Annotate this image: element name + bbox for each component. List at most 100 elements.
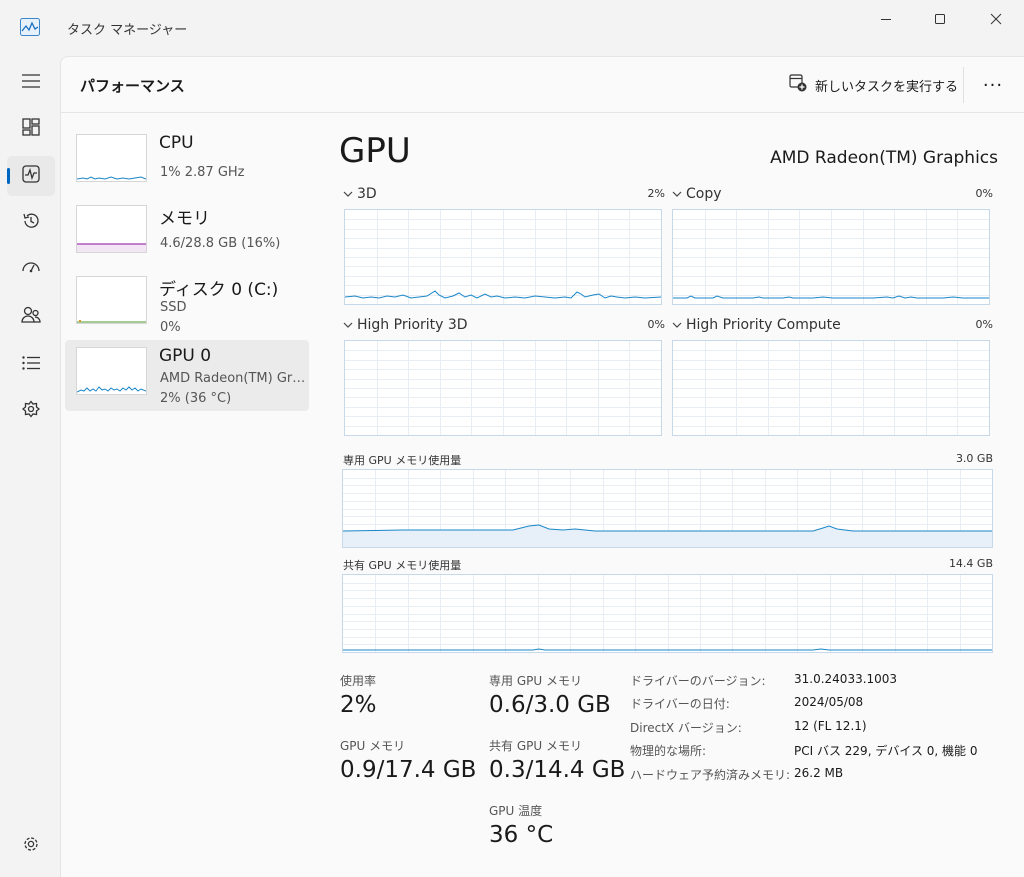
nav-performance[interactable] [7,156,55,196]
info-value: PCI バス 229, デバイス 0, 機能 0 [794,744,978,758]
header-divider [963,67,964,103]
info-key: DirectX バージョン: [630,721,742,735]
graph-high-priority-compute [672,340,990,436]
chevron-down-icon [343,317,353,333]
navigation-rail [0,56,60,877]
info-value: 31.0.24033.1003 [794,672,898,686]
device-item-memory[interactable]: メモリ 4.6/28.8 GB (16%) [65,198,309,269]
device-stat: 2% (36 °C) [160,391,232,406]
app-history-icon [22,212,40,234]
hamburger-menu-button[interactable] [7,62,55,102]
page-header: パフォーマンス 新しいタスクを実行する ··· [61,57,1024,113]
graph-3d-line [345,290,661,299]
new-task-icon [789,74,807,96]
info-key: ハードウェア予約済みメモリ: [630,768,791,782]
device-stat: 4.6/28.8 GB (16%) [160,236,281,251]
dedicated-gpu-memory-value: 0.6/3.0 GB [489,692,611,718]
graph-3d [344,209,662,305]
usage-label: 使用率 [340,674,377,688]
more-icon: ··· [982,74,1004,96]
engine-percent: 0% [975,318,993,331]
shared-memory-label: 共有 GPU メモリ使用量 [343,559,462,572]
engine-percent: 2% [647,187,665,200]
graph-dedicated-memory-line [343,524,992,547]
chevron-down-icon [343,186,353,202]
graph-shared-memory [342,574,993,653]
engine-selector-copy[interactable]: Copy [672,186,722,202]
info-value: 2024/05/08 [794,695,864,709]
engine-percent: 0% [975,187,993,200]
shared-memory-max: 14.4 GB [948,557,993,570]
device-stat: SSD [160,300,187,315]
nav-startup-apps[interactable] [7,250,55,290]
dedicated-memory-label: 専用 GPU メモリ使用量 [343,454,462,467]
run-new-task-button[interactable]: 新しいタスクを実行する [789,73,958,97]
services-icon [21,400,41,422]
nav-app-history[interactable] [7,203,55,243]
usage-value: 2% [340,692,377,718]
info-key: ドライバーの日付: [630,697,730,711]
details-icon [22,355,40,374]
maximize-button[interactable] [920,8,960,30]
nav-settings[interactable] [7,826,55,866]
info-key: 物理的な場所: [630,744,707,758]
nav-users[interactable] [7,297,55,337]
engine-percent: 0% [647,318,665,331]
engine-selector-high-priority-compute[interactable]: High Priority Compute [672,317,841,333]
task-manager-icon [20,18,40,36]
info-key: ドライバーのバージョン: [630,674,766,688]
device-item-gpu[interactable]: GPU 0 AMD Radeon(TM) Graphics 2% (36 °C) [65,340,310,411]
nav-processes[interactable] [7,109,55,149]
engine-label: High Priority Compute [686,317,841,333]
content-pane: パフォーマンス 新しいタスクを実行する ··· CPU 1% 2.87 GHz … [60,56,1024,877]
graph-copy [672,209,990,305]
close-button[interactable] [976,8,1016,30]
more-options-button[interactable]: ··· [977,71,1009,99]
window-title: タスク マネージャー [67,23,188,38]
run-new-task-label: 新しいタスクを実行する [815,79,959,95]
device-name: GPU 0 [159,346,212,366]
gpu-memory-label: GPU メモリ [340,739,406,753]
gpu-model-name: AMD Radeon(TM) Graphics [770,148,998,168]
shared-gpu-memory-label: 共有 GPU メモリ [489,739,582,753]
minimize-button[interactable] [866,8,906,30]
chevron-down-icon [672,317,682,333]
device-stat: AMD Radeon(TM) Graphics [160,371,310,386]
engine-label: Copy [686,186,722,202]
startup-apps-icon [21,259,41,281]
users-icon [21,306,41,328]
device-name: ディスク 0 (C:) [159,280,279,300]
device-stat: 1% 2.87 GHz [160,165,245,180]
detail-title: GPU [339,131,411,171]
memory-thumbnail-graph [76,205,147,253]
gpu-detail-panel: GPU AMD Radeon(TM) Graphics 3D 2% Copy 0… [338,127,998,867]
title-bar: タスク マネージャー [0,0,1024,56]
device-item-disk[interactable]: ディスク 0 (C:) SSD 0% [65,269,309,340]
disk-thumbnail-graph [76,276,147,324]
graph-grid [673,341,989,435]
processes-icon [22,118,40,140]
device-name: メモリ [159,209,210,229]
graph-high-priority-3d [344,340,662,436]
device-list: CPU 1% 2.87 GHz メモリ 4.6/28.8 GB (16%) ディ… [65,127,310,411]
gpu-temperature-label: GPU 温度 [489,804,543,818]
performance-icon [22,165,40,187]
engine-label: High Priority 3D [357,317,468,333]
page-title: パフォーマンス [80,77,185,95]
shared-gpu-memory-value: 0.3/14.4 GB [489,757,626,783]
engine-selector-high-priority-3d[interactable]: High Priority 3D [343,317,468,333]
chevron-down-icon [672,186,682,202]
device-stat: 0% [160,320,181,335]
device-name: CPU [159,133,194,153]
nav-details[interactable] [7,344,55,384]
info-value: 26.2 MB [794,766,844,780]
info-value: 12 (FL 12.1) [794,719,867,733]
device-item-cpu[interactable]: CPU 1% 2.87 GHz [65,127,309,198]
nav-services[interactable] [7,391,55,431]
cpu-thumbnail-graph [76,134,147,182]
dedicated-gpu-memory-label: 専用 GPU メモリ [489,674,582,688]
engine-label: 3D [357,186,377,202]
gpu-temperature-value: 36 °C [489,822,554,848]
engine-selector-3d[interactable]: 3D [343,186,377,202]
graph-copy-line [673,295,989,299]
